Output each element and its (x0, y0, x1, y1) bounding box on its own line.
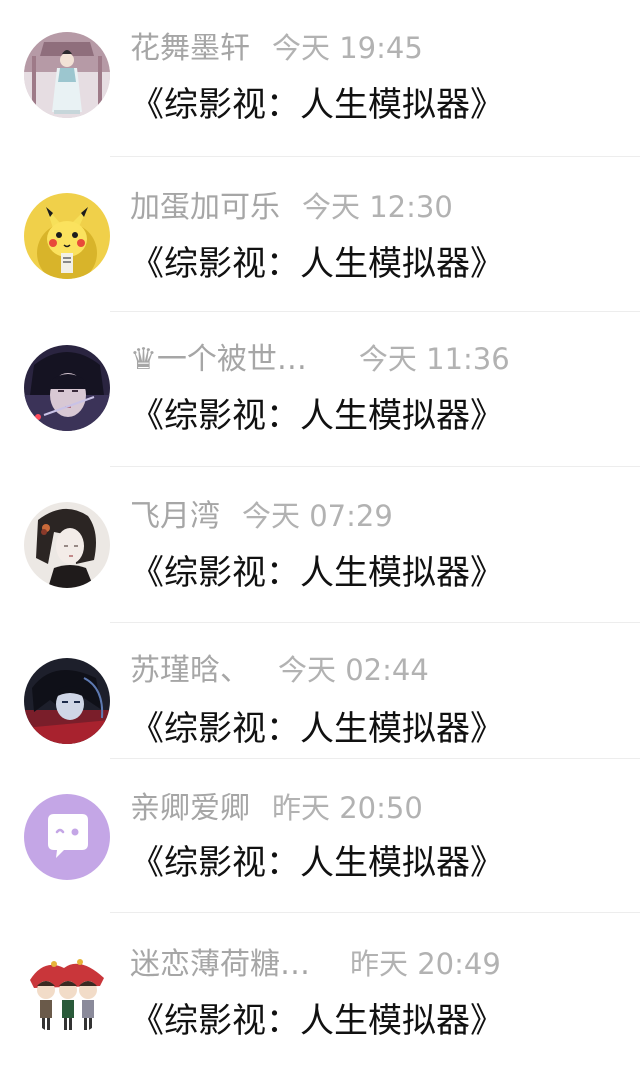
timestamp: 今天 19:45 (272, 31, 423, 65)
avatar[interactable] (24, 658, 110, 744)
timestamp: 昨天 20:49 (350, 947, 501, 981)
name-time-line: 飞月湾 今天 07:29 (130, 496, 393, 536)
conversation-item[interactable]: 飞月湾 今天 07:29 《综影视：人生模拟器》 (0, 466, 640, 623)
name-time-line: 亲卿爱卿 昨天 20:50 (130, 788, 423, 828)
avatar[interactable] (24, 950, 110, 1036)
name-time-line: 花舞墨轩 今天 19:45 (130, 28, 423, 68)
message-preview: 《综影视：人生模拟器》 (130, 244, 504, 284)
name-time-line: 苏瑾晗、 今天 02:44 (130, 650, 429, 690)
contact-name[interactable]: 加蛋加可乐 (130, 190, 280, 225)
timestamp: 今天 07:29 (242, 499, 393, 533)
avatar[interactable] (24, 193, 110, 279)
timestamp: 今天 11:36 (358, 342, 510, 376)
name-time-line: 迷恋薄荷糖… 昨天 20:49 (130, 944, 501, 984)
contact-name[interactable]: 亲卿爱卿 (130, 791, 250, 826)
name-time-line: ♛一个被世… 今天 11:36 (130, 339, 510, 379)
conversation-item[interactable]: 亲卿爱卿 昨天 20:50 《综影视：人生模拟器》 (0, 758, 640, 914)
contact-name[interactable]: 迷恋薄荷糖… (130, 947, 310, 982)
contact-name[interactable]: 飞月湾 (130, 499, 220, 534)
conversation-item[interactable]: ♛一个被世… 今天 11:36 《综影视：人生模拟器》 (0, 311, 640, 467)
message-preview: 《综影视：人生模拟器》 (130, 396, 504, 436)
message-preview: 《综影视：人生模拟器》 (130, 709, 504, 749)
avatar-image (24, 345, 110, 431)
avatar-image (24, 32, 110, 118)
avatar[interactable] (24, 794, 110, 880)
name-time-line: 加蛋加可乐 今天 12:30 (130, 187, 453, 227)
avatar[interactable] (24, 502, 110, 588)
avatar[interactable] (24, 32, 110, 118)
contact-name[interactable]: ♛一个被世… (130, 342, 307, 377)
message-preview: 《综影视：人生模拟器》 (130, 1001, 504, 1041)
conversation-item[interactable]: 加蛋加可乐 今天 12:30 《综影视：人生模拟器》 (0, 157, 640, 313)
contact-name[interactable]: 苏瑾晗、 (130, 653, 250, 688)
conversation-item[interactable]: 花舞墨轩 今天 19:45 《综影视：人生模拟器》 (0, 0, 640, 157)
conversation-item[interactable]: 苏瑾晗、 今天 02:44 《综影视：人生模拟器》 (0, 622, 640, 778)
avatar-image (24, 502, 110, 588)
avatar-image (24, 950, 110, 1036)
message-preview: 《综影视：人生模拟器》 (130, 843, 504, 883)
timestamp: 今天 12:30 (302, 190, 453, 224)
timestamp: 今天 02:44 (278, 653, 429, 687)
conversation-item[interactable]: 迷恋薄荷糖… 昨天 20:49 《综影视：人生模拟器》 (0, 912, 640, 1068)
chat-bubble-icon (24, 794, 110, 880)
message-preview: 《综影视：人生模拟器》 (130, 553, 504, 593)
conversation-list: 花舞墨轩 今天 19:45 《综影视：人生模拟器》 加蛋加可乐 今天 12:30… (0, 0, 640, 1072)
timestamp: 昨天 20:50 (272, 791, 423, 825)
avatar-image (24, 658, 110, 744)
contact-name[interactable]: 花舞墨轩 (130, 31, 250, 66)
avatar[interactable] (24, 345, 110, 431)
avatar-image (24, 193, 110, 279)
message-preview: 《综影视：人生模拟器》 (130, 85, 504, 125)
